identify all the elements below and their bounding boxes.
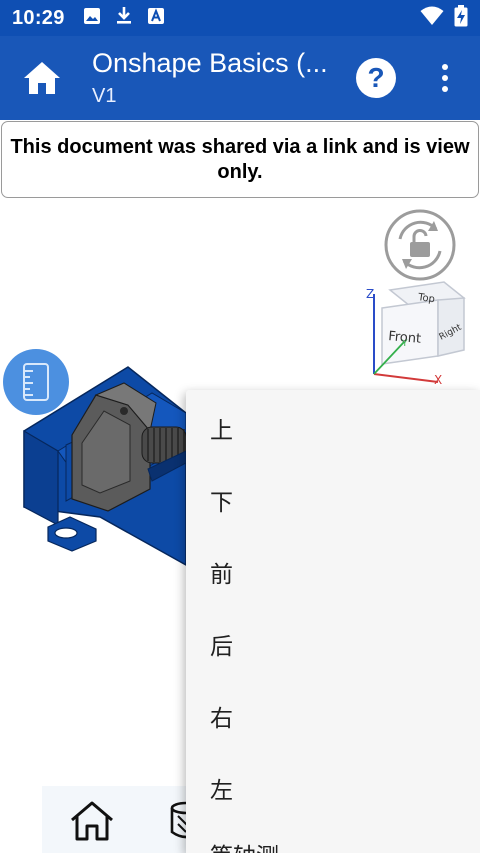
menu-item-label: 上 bbox=[210, 418, 233, 444]
axis-z-label: Z bbox=[366, 287, 374, 301]
menu-item-label: 左 bbox=[210, 778, 233, 804]
overflow-menu-icon-dot bbox=[442, 86, 448, 92]
view-orientation-menu: 上 下 前 后 右 左 等轴测 bbox=[186, 390, 480, 853]
menu-item-front[interactable]: 前 bbox=[186, 536, 480, 608]
status-system-icons bbox=[420, 5, 468, 31]
menu-item-right[interactable]: 右 bbox=[186, 680, 480, 752]
menu-item-label: 右 bbox=[210, 706, 233, 732]
wifi-icon bbox=[420, 6, 444, 30]
menu-item-label: 前 bbox=[210, 562, 233, 588]
home-icon bbox=[24, 62, 60, 94]
overflow-menu-icon-dot bbox=[442, 64, 448, 70]
menu-item-label: 等轴测 bbox=[210, 837, 279, 853]
menu-item-bottom[interactable]: 下 bbox=[186, 464, 480, 536]
overflow-menu-icon-dot bbox=[442, 75, 448, 81]
list-ruler-icon bbox=[23, 363, 49, 401]
status-time: 10:29 bbox=[12, 6, 65, 29]
view-only-banner: This document was shared via a link and … bbox=[1, 121, 479, 198]
feature-list-button[interactable] bbox=[3, 349, 69, 415]
image-icon bbox=[83, 7, 101, 29]
orbit-lock-button[interactable] bbox=[384, 209, 456, 281]
status-notification-icons bbox=[83, 6, 165, 30]
axis-x-label: X bbox=[434, 373, 442, 387]
menu-item-label: 后 bbox=[210, 634, 233, 660]
bottom-toolbar bbox=[42, 786, 202, 853]
menu-item-isometric[interactable]: 等轴测 bbox=[186, 818, 480, 853]
download-icon bbox=[115, 6, 133, 30]
home-outline-icon[interactable] bbox=[68, 800, 116, 842]
view-only-banner-text: This document was shared via a link and … bbox=[10, 135, 470, 183]
axis-y-label: Y bbox=[401, 339, 408, 349]
status-bar: 10:29 bbox=[0, 0, 480, 36]
menu-item-top[interactable]: 上 bbox=[186, 392, 480, 464]
document-version: V1 bbox=[92, 85, 117, 107]
menu-item-label: 下 bbox=[210, 490, 233, 516]
help-icon: ? bbox=[367, 62, 385, 93]
menu-item-left[interactable]: 左 bbox=[186, 752, 480, 824]
screen: 10:29 Onshape Basics (... V1 ? This docu… bbox=[0, 0, 480, 853]
overflow-menu-button[interactable] bbox=[430, 58, 460, 98]
unlock-icon bbox=[410, 229, 430, 257]
view-cube[interactable]: Top Front Right Z X Y bbox=[364, 280, 472, 388]
home-button[interactable] bbox=[20, 58, 64, 98]
menu-item-back[interactable]: 后 bbox=[186, 608, 480, 680]
app-bar: Onshape Basics (... V1 ? bbox=[0, 36, 480, 120]
battery-charging-icon bbox=[454, 5, 468, 31]
document-title: Onshape Basics (... bbox=[92, 48, 328, 78]
help-button[interactable]: ? bbox=[356, 58, 396, 98]
a-badge-icon bbox=[147, 7, 165, 29]
